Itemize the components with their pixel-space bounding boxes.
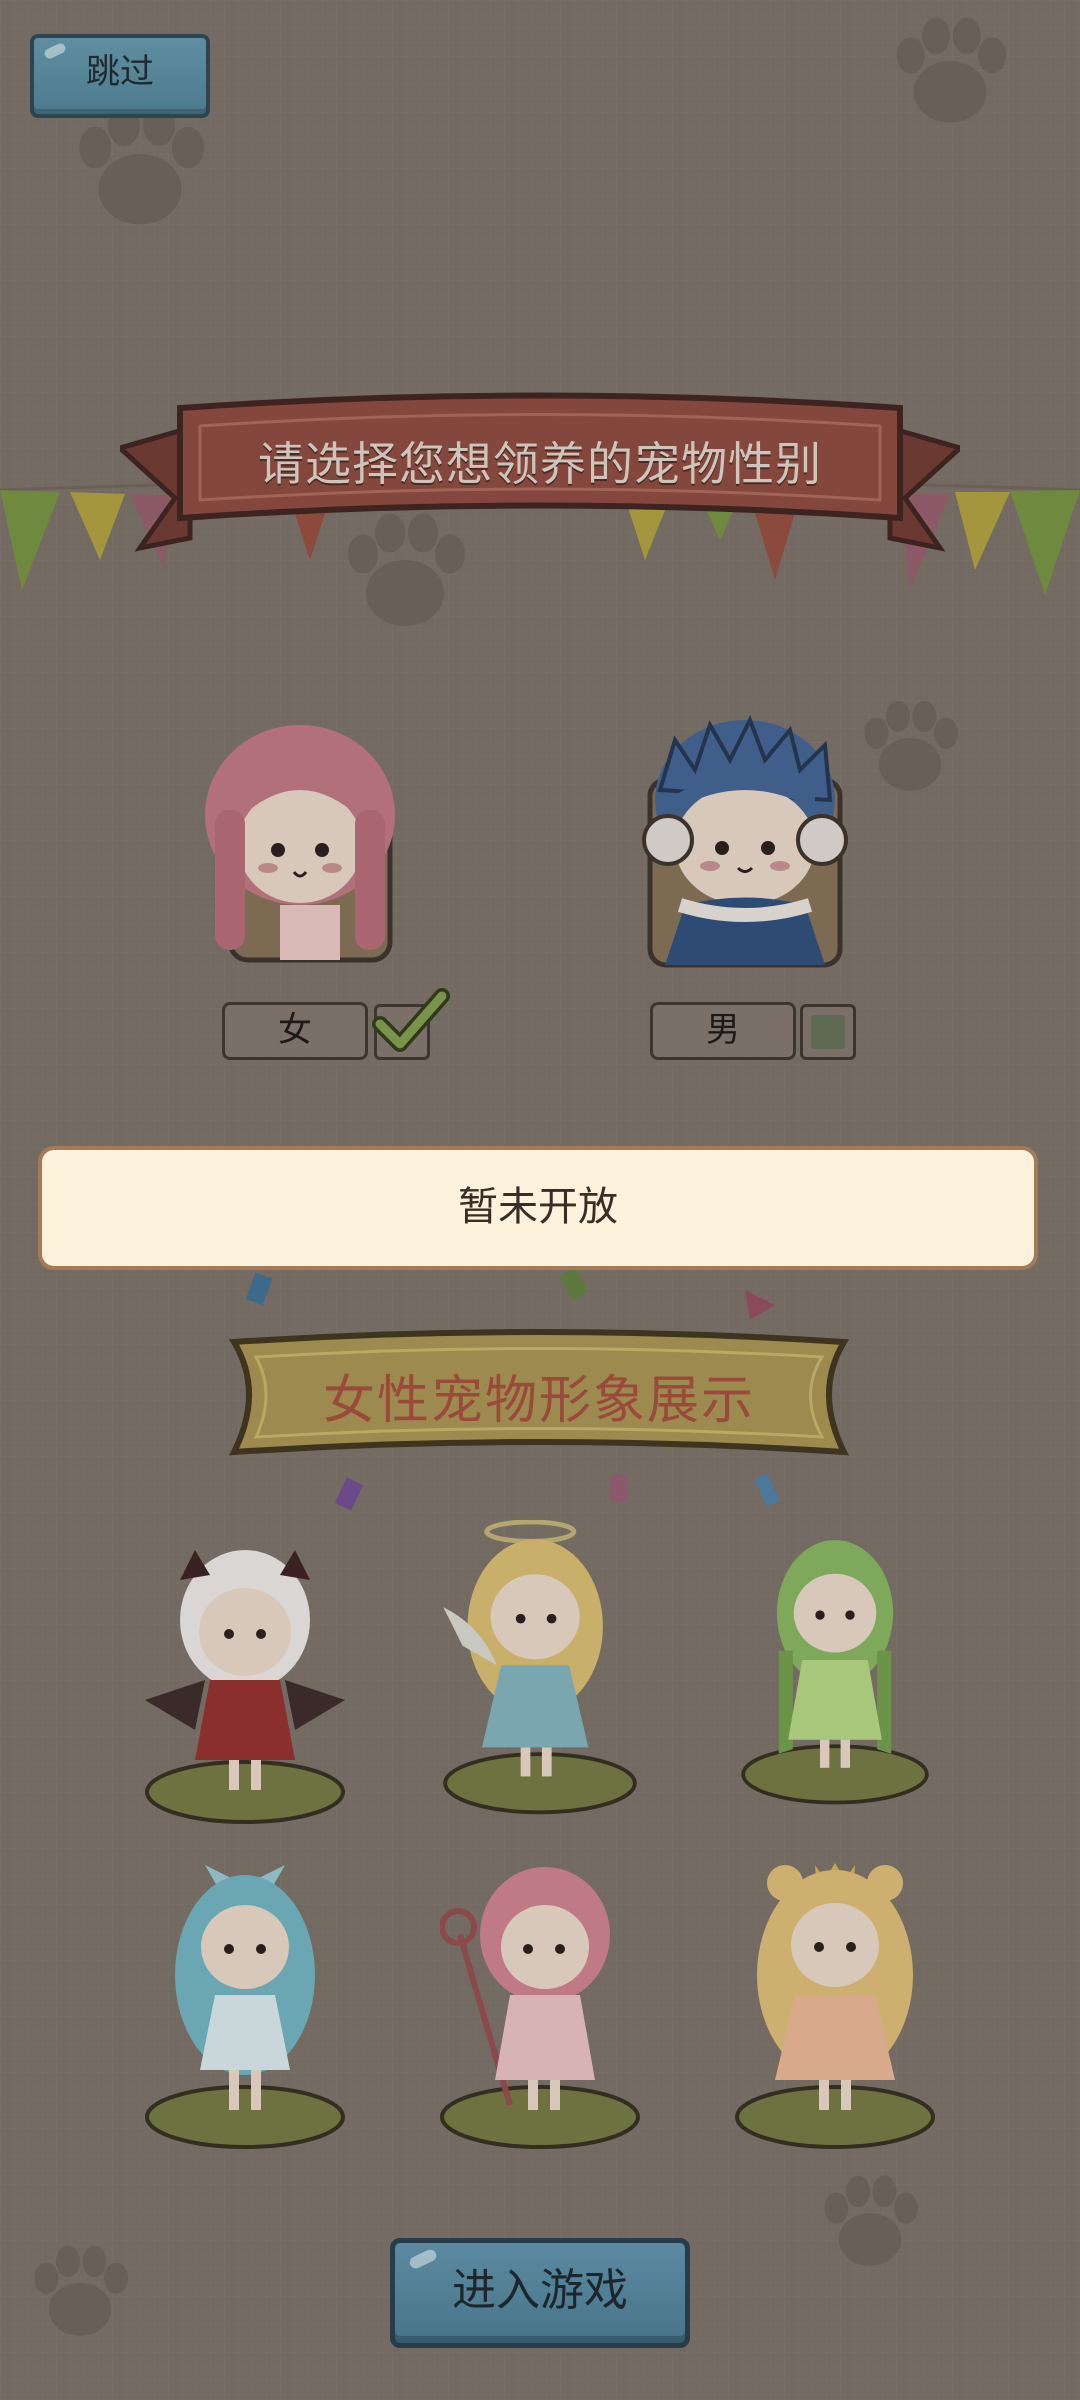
paw-print-icon (880, 0, 1020, 150)
button-shine (407, 2247, 439, 2271)
pet-ice-girl (145, 1855, 345, 2155)
female-avatar-card[interactable] (190, 700, 400, 970)
paw-print-icon (850, 680, 970, 820)
paw-print-icon (810, 2160, 930, 2290)
paw-print-icon (20, 2230, 140, 2360)
pet-angel-girl (440, 1520, 640, 1820)
female-label[interactable]: 女 (222, 1002, 368, 1060)
male-checkbox[interactable] (800, 1004, 856, 1060)
male-label[interactable]: 男 (650, 1002, 796, 1060)
skip-button[interactable]: 跳过 (30, 34, 210, 118)
male-avatar-image (642, 715, 848, 968)
checkbox-fill (811, 1015, 845, 1049)
enter-game-label: 进入游戏 (452, 2265, 628, 2316)
button-shine (42, 41, 68, 61)
male-avatar-card[interactable] (640, 700, 850, 970)
pet-princess-girl (735, 1855, 935, 2155)
skip-button-label: 跳过 (86, 52, 154, 92)
pet-magic-girl (440, 1855, 640, 2155)
not-available-notice: 暂未开放 (38, 1146, 1038, 1270)
enter-game-button[interactable]: 进入游戏 (390, 2238, 690, 2348)
female-avatar-image (205, 725, 395, 963)
checkmark-icon (372, 988, 450, 1052)
showcase-title: 女性宠物形象展示 (322, 1371, 755, 1431)
pet-devil-girl (145, 1530, 345, 1830)
title-ribbon-text: 请选择您想领养的宠物性别 (258, 437, 822, 491)
pet-leaf-girl (735, 1510, 935, 1810)
